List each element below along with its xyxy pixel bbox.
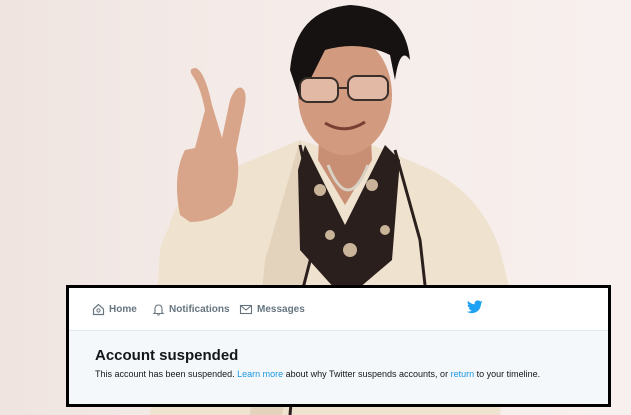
suspension-notice: Account suspended This account has been …: [69, 331, 608, 404]
notice-text-before: This account has been suspended.: [95, 369, 238, 379]
home-icon: [92, 303, 105, 315]
twitter-bird-icon[interactable]: [467, 300, 483, 314]
nav-messages[interactable]: Messages: [239, 301, 305, 317]
notice-text-middle: about why Twitter suspends accounts, or: [283, 369, 451, 379]
bell-icon: [152, 303, 165, 316]
nav-messages-label: Messages: [257, 303, 305, 315]
return-link[interactable]: return: [451, 369, 475, 379]
learn-more-link[interactable]: Learn more: [237, 369, 283, 379]
twitter-nav-bar: Home Notifications Messages: [69, 288, 608, 331]
nav-notifications[interactable]: Notifications: [152, 301, 230, 317]
nav-home-label: Home: [109, 303, 137, 315]
envelope-icon: [239, 304, 253, 314]
nav-home[interactable]: Home: [92, 301, 137, 317]
notice-text-after: to your timeline.: [474, 369, 541, 379]
twitter-suspended-card: Home Notifications Messages Account susp…: [66, 285, 611, 407]
notice-title: Account suspended: [95, 347, 239, 364]
notice-message: This account has been suspended. Learn m…: [95, 369, 540, 379]
nav-notifications-label: Notifications: [169, 303, 230, 315]
